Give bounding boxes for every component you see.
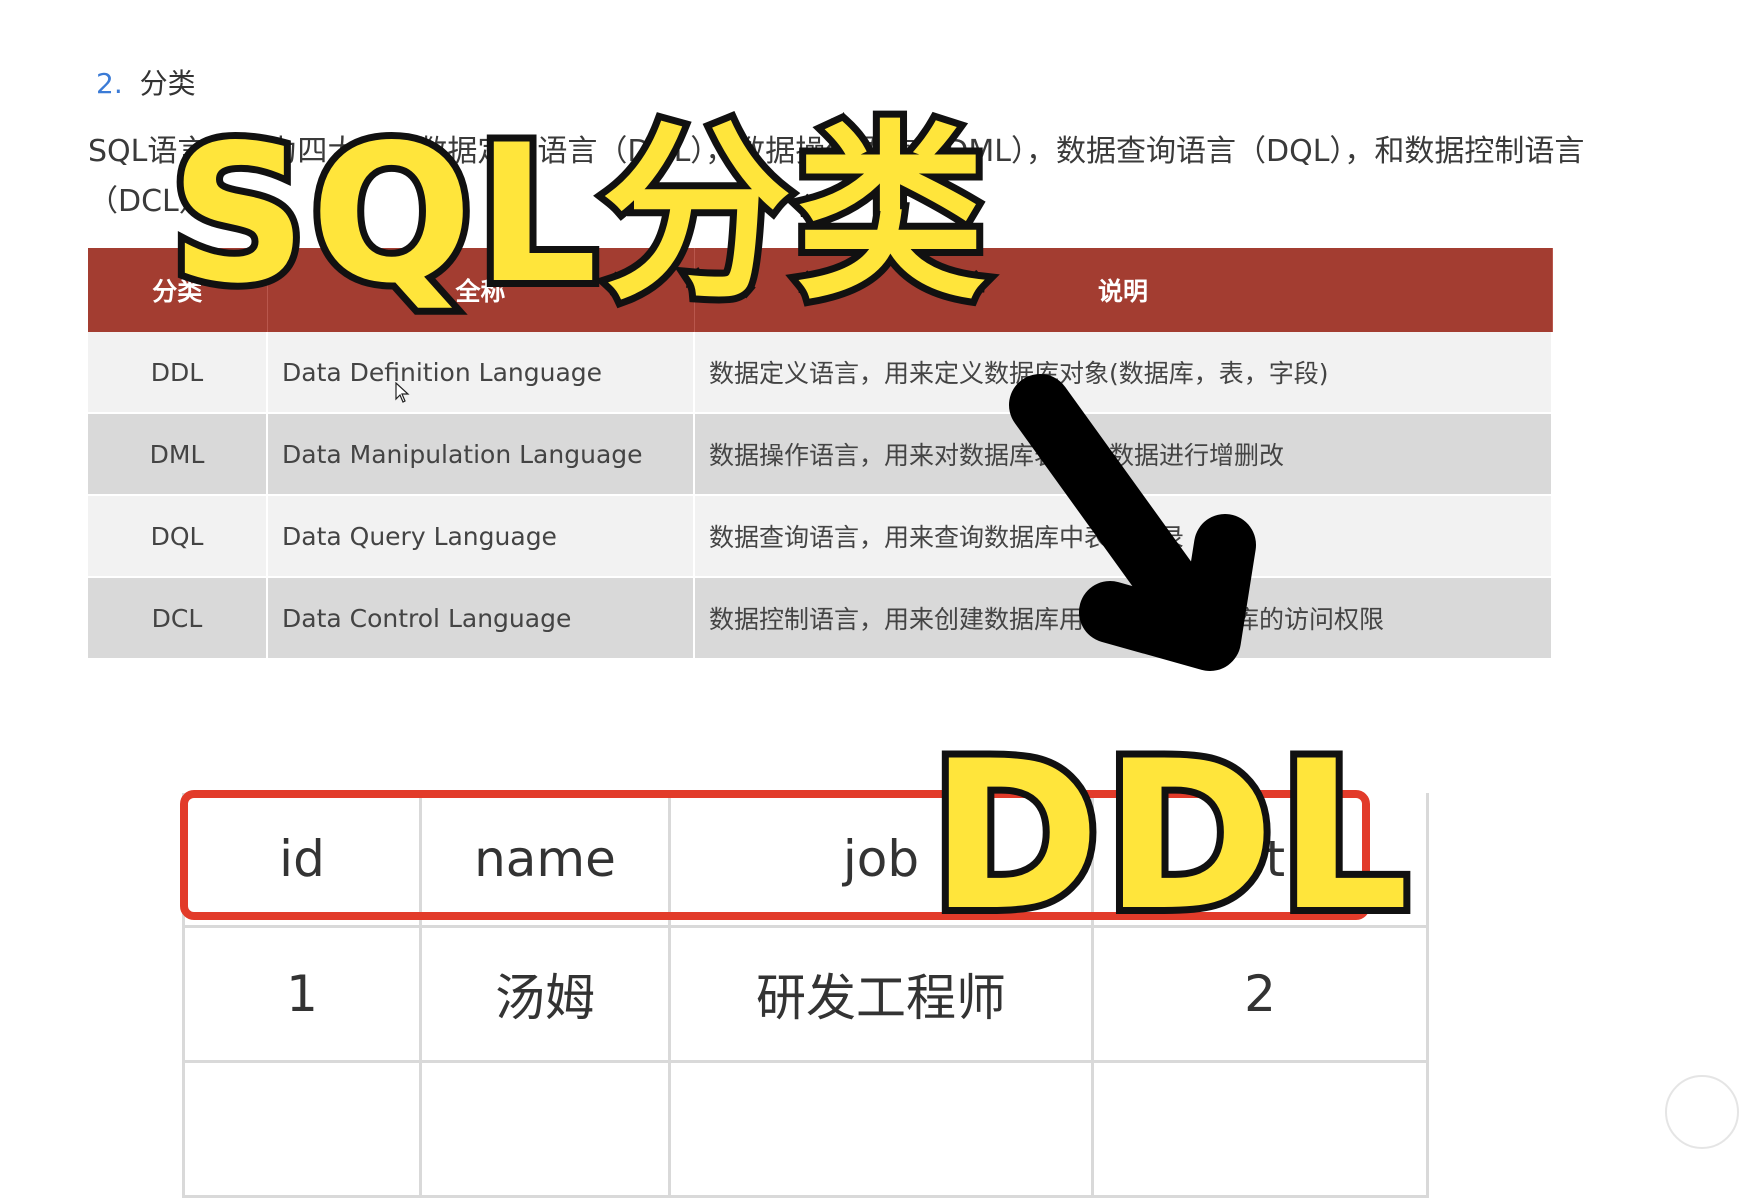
section-title: 分类 [139,67,196,100]
header-id: id [182,793,422,928]
ddl-overlay: DDL [923,718,1416,956]
cell-description: 数据操作语言，用来对数据库表中的数据进行增删改 [694,413,1553,496]
cell-description: 数据控制语言，用来创建数据库用户、控制数据库的访问权限 [694,577,1553,660]
cell-fullname: Data Definition Language [267,332,695,414]
cell-fullname: Data Control Language [267,577,695,660]
cell-empty [182,1060,422,1198]
table-row: DCL Data Control Language 数据控制语言，用来创建数据库… [88,577,1553,660]
cell-fullname: Data Query Language [267,495,695,578]
scroll-to-top-button[interactable] [1665,1075,1739,1149]
cell-fullname: Data Manipulation Language [267,413,695,496]
table-row: DQL Data Query Language 数据查询语言，用来查询数据库中表… [88,495,1553,578]
mouse-cursor-icon [395,382,410,403]
title-overlay: SQL分类 [163,104,992,325]
header-name: name [419,793,671,928]
cell-empty [668,1060,1094,1198]
section-number: 2. [96,67,123,100]
page: 2. 分类 SQL语言共分为四大类：数据定义语言（DDL），数据操作语言（DML… [0,0,1760,1198]
table-row: DML Data Manipulation Language 数据操作语言，用来… [88,413,1553,496]
cell-empty [1091,1060,1429,1198]
cell-abbr: DML [88,413,268,496]
cell-abbr: DDL [88,332,268,414]
cell-abbr: DQL [88,495,268,578]
section-heading: 2. 分类 [96,62,196,102]
cell-description: 数据查询语言，用来查询数据库中表的记录 [694,495,1553,578]
cell-empty [419,1060,671,1198]
cell-name: 汤姆 [419,925,671,1063]
cell-id: 1 [182,925,422,1063]
table-row [182,1060,1429,1198]
cell-abbr: DCL [88,577,268,660]
table-row: DDL Data Definition Language 数据定义语言，用来定义… [88,332,1553,414]
cell-description: 数据定义语言，用来定义数据库对象(数据库，表，字段) [694,332,1553,414]
